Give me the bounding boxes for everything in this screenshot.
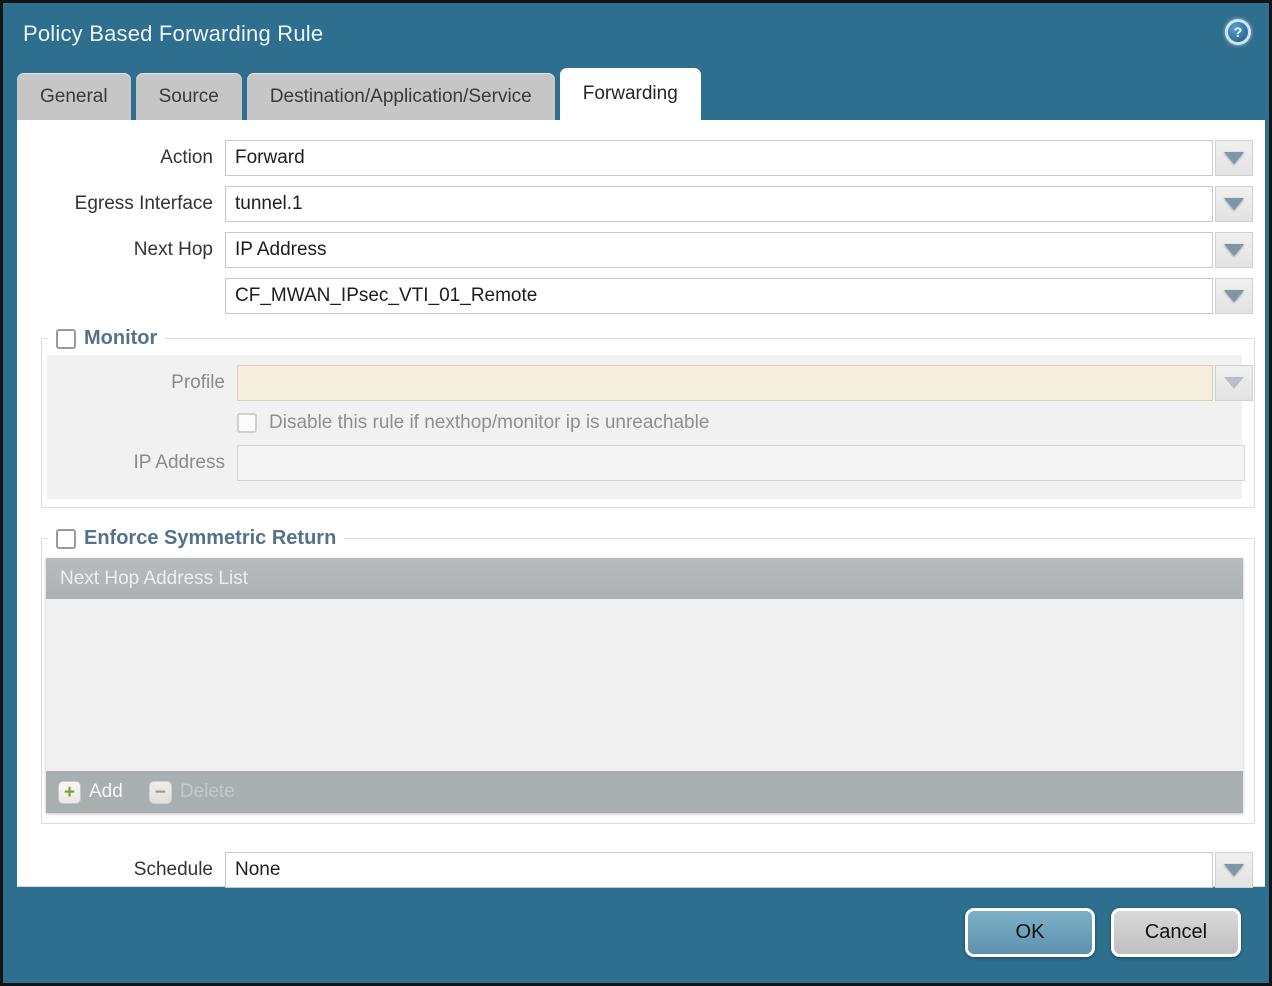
cancel-button[interactable]: Cancel <box>1111 908 1241 957</box>
add-button-label: Add <box>89 781 123 803</box>
monitor-section: Monitor Profile Disable this rule if nex… <box>41 338 1255 508</box>
next-hop-address-list-footer: + Add − Delete <box>46 771 1243 813</box>
add-button[interactable]: + Add <box>58 781 123 804</box>
next-hop-address-list-header: Next Hop Address List <box>46 558 1243 599</box>
schedule-label: Schedule <box>17 859 213 881</box>
dialog-title: Policy Based Forwarding Rule <box>23 21 323 47</box>
action-value-field[interactable]: Forward <box>225 140 1213 176</box>
help-icon-glyph: ? <box>1228 22 1248 42</box>
disable-rule-checkbox <box>237 413 257 433</box>
monitor-ip-address-row: IP Address <box>47 445 1242 481</box>
next-hop-address-row: CF_MWAN_IPsec_VTI_01_Remote <box>17 278 1265 314</box>
monitor-ip-address-field <box>237 445 1245 481</box>
chevron-down-icon <box>1224 377 1244 389</box>
schedule-value-field[interactable]: None <box>225 852 1213 888</box>
schedule-row: Schedule None <box>17 852 1265 888</box>
next-hop-row: Next Hop IP Address <box>17 232 1265 268</box>
enforce-symmetric-return-checkbox[interactable] <box>56 529 76 549</box>
next-hop-address-list-table: Next Hop Address List + Add − Delete <box>46 558 1243 813</box>
disable-rule-row: Disable this rule if nexthop/monitor ip … <box>237 412 1242 434</box>
chevron-down-icon <box>1224 152 1244 164</box>
next-hop-address-list-body[interactable] <box>46 599 1243 771</box>
action-dropdown-button[interactable] <box>1215 140 1253 176</box>
chevron-down-icon <box>1224 244 1244 256</box>
forwarding-tab-panel: Action Forward Egress Interface tunnel.1… <box>17 120 1265 887</box>
chevron-down-icon <box>1224 864 1244 876</box>
action-label: Action <box>17 147 213 169</box>
minus-icon: − <box>149 781 172 804</box>
enforce-symmetric-return-section: Enforce Symmetric Return Next Hop Addres… <box>41 538 1255 824</box>
next-hop-dropdown-button[interactable] <box>1215 232 1253 268</box>
next-hop-address-field[interactable]: CF_MWAN_IPsec_VTI_01_Remote <box>225 278 1213 314</box>
profile-value-field <box>237 365 1213 401</box>
profile-dropdown-button <box>1215 365 1253 401</box>
delete-button: − Delete <box>149 781 235 804</box>
profile-row: Profile <box>47 365 1242 401</box>
next-hop-type-field[interactable]: IP Address <box>225 232 1213 268</box>
dialog-button-bar: OK Cancel <box>965 908 1241 957</box>
plus-icon: + <box>58 781 81 804</box>
tab-forwarding[interactable]: Forwarding <box>560 68 701 120</box>
monitor-checkbox[interactable] <box>56 329 76 349</box>
egress-interface-label: Egress Interface <box>17 193 213 215</box>
egress-interface-dropdown-button[interactable] <box>1215 186 1253 222</box>
ok-button[interactable]: OK <box>965 908 1095 957</box>
dialog-titlebar: Policy Based Forwarding Rule ? <box>3 3 1269 65</box>
disable-rule-label: Disable this rule if nexthop/monitor ip … <box>269 412 709 434</box>
tab-general[interactable]: General <box>17 73 131 120</box>
action-row: Action Forward <box>17 140 1265 176</box>
profile-label: Profile <box>47 372 225 394</box>
monitor-legend: Monitor <box>84 327 157 350</box>
tab-destination-application-service[interactable]: Destination/Application/Service <box>247 73 555 120</box>
monitor-ip-address-label: IP Address <box>47 452 225 474</box>
egress-interface-row: Egress Interface tunnel.1 <box>17 186 1265 222</box>
enforce-symmetric-return-legend: Enforce Symmetric Return <box>84 527 336 550</box>
next-hop-label: Next Hop <box>17 239 213 261</box>
chevron-down-icon <box>1224 290 1244 302</box>
tab-bar: General Source Destination/Application/S… <box>17 68 706 120</box>
schedule-dropdown-button[interactable] <box>1215 852 1253 888</box>
help-icon[interactable]: ? <box>1225 19 1251 45</box>
delete-button-label: Delete <box>180 781 235 803</box>
chevron-down-icon <box>1224 198 1244 210</box>
next-hop-address-dropdown-button[interactable] <box>1215 278 1253 314</box>
egress-interface-value-field[interactable]: tunnel.1 <box>225 186 1213 222</box>
monitor-panel: Profile Disable this rule if nexthop/mon… <box>47 355 1242 499</box>
tab-source[interactable]: Source <box>136 73 242 120</box>
